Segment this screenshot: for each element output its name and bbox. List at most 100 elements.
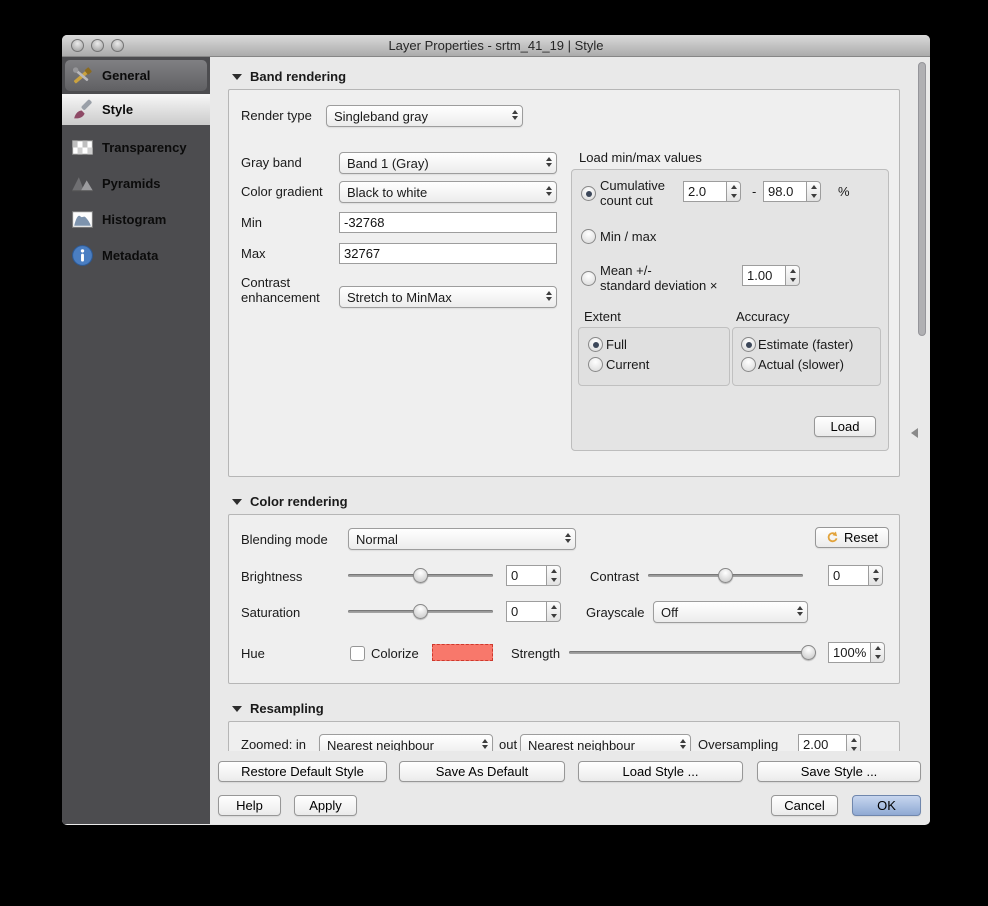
sidebar-item-metadata[interactable]: Metadata: [62, 240, 210, 271]
colorize-checkbox[interactable]: [350, 646, 365, 661]
sidebar-item-general[interactable]: General: [65, 60, 207, 91]
strength-slider[interactable]: [569, 645, 816, 660]
vertical-scrollbar[interactable]: [917, 59, 927, 747]
load-minmax-title: Load min/max values: [579, 150, 702, 165]
oversampling-label: Oversampling: [698, 737, 778, 751]
min-input[interactable]: [339, 212, 557, 233]
zoomed-in-dropdown[interactable]: Nearest neighbour: [319, 734, 493, 751]
sidebar-item-transparency[interactable]: Transparency: [62, 132, 210, 163]
contrast-slider[interactable]: [648, 568, 803, 583]
cumulative-count-cut-radio[interactable]: [581, 186, 596, 201]
contrast-value: 0: [828, 565, 868, 586]
ok-button[interactable]: OK: [852, 795, 921, 816]
sidebar-item-style[interactable]: Style: [62, 94, 210, 125]
extent-full-radio[interactable]: [588, 337, 603, 352]
color-gradient-value: Black to white: [347, 185, 427, 200]
stepper-buttons[interactable]: [868, 565, 883, 586]
extent-title: Extent: [584, 309, 621, 324]
mean-stddev-radio[interactable]: [581, 271, 596, 286]
oversampling-spinbox[interactable]: 2.00: [798, 734, 861, 751]
stepper-buttons[interactable]: [546, 601, 561, 622]
stddev-spinbox[interactable]: 1.00: [742, 265, 800, 286]
save-style-button[interactable]: Save Style ...: [757, 761, 921, 782]
contrast-enhancement-label: Contrast enhancement: [241, 275, 320, 305]
dropdown-arrows-icon: [546, 186, 552, 196]
extent-full-label: Full: [606, 337, 627, 352]
dropdown-arrows-icon: [680, 739, 686, 749]
slider-thumb[interactable]: [413, 604, 428, 619]
reset-button[interactable]: Reset: [815, 527, 889, 548]
stepper-buttons[interactable]: [870, 642, 885, 663]
color-gradient-label: Color gradient: [241, 184, 323, 199]
sidebar-item-label: Pyramids: [102, 176, 161, 191]
cumulative-max-spinbox[interactable]: 98.0: [763, 181, 821, 202]
close-window-button[interactable]: [71, 39, 84, 52]
help-button[interactable]: Help: [218, 795, 281, 816]
resampling-header[interactable]: Resampling: [232, 701, 324, 716]
extent-current-radio[interactable]: [588, 357, 603, 372]
zoom-window-button[interactable]: [111, 39, 124, 52]
slider-thumb[interactable]: [718, 568, 733, 583]
grayscale-dropdown[interactable]: Off: [653, 601, 808, 623]
stepper-buttons[interactable]: [785, 265, 800, 286]
range-separator: -: [752, 184, 756, 199]
collapse-triangle-icon[interactable]: [232, 706, 242, 712]
band-rendering-frame: Render type Singleband gray Gray band Ba…: [228, 89, 900, 477]
extent-current-label: Current: [606, 357, 649, 372]
apply-button[interactable]: Apply: [294, 795, 357, 816]
accuracy-actual-label: Actual (slower): [758, 357, 844, 372]
collapse-triangle-icon[interactable]: [232, 74, 242, 80]
histogram-icon: [70, 207, 95, 232]
saturation-spinbox[interactable]: 0: [506, 601, 561, 622]
saturation-label: Saturation: [241, 605, 300, 620]
window-titlebar[interactable]: Layer Properties - srtm_41_19 | Style: [62, 35, 930, 57]
panel-collapse-arrow-icon[interactable]: [911, 428, 918, 438]
min-max-radio[interactable]: [581, 229, 596, 244]
hue-label: Hue: [241, 646, 265, 661]
max-input[interactable]: [339, 243, 557, 264]
color-gradient-dropdown[interactable]: Black to white: [339, 181, 557, 203]
render-type-dropdown[interactable]: Singleband gray: [326, 105, 523, 127]
restore-default-style-button[interactable]: Restore Default Style: [218, 761, 387, 782]
collapse-triangle-icon[interactable]: [232, 499, 242, 505]
blending-mode-dropdown[interactable]: Normal: [348, 528, 576, 550]
traffic-lights: [71, 39, 124, 52]
sidebar-item-label: Metadata: [102, 248, 158, 263]
gray-band-label: Gray band: [241, 155, 302, 170]
band-rendering-header[interactable]: Band rendering: [232, 69, 346, 84]
contrast-spinbox[interactable]: 0: [828, 565, 883, 586]
brightness-slider[interactable]: [348, 568, 493, 583]
load-button[interactable]: Load: [814, 416, 876, 437]
saturation-slider[interactable]: [348, 604, 493, 619]
color-rendering-header[interactable]: Color rendering: [232, 494, 348, 509]
minimize-window-button[interactable]: [91, 39, 104, 52]
sidebar-item-histogram[interactable]: Histogram: [62, 204, 210, 235]
stepper-buttons[interactable]: [546, 565, 561, 586]
sidebar-item-label: Transparency: [102, 140, 187, 155]
sidebar-item-pyramids[interactable]: Pyramids: [62, 168, 210, 199]
colorize-color-swatch[interactable]: [432, 644, 493, 661]
properties-sidebar: General Style Transparency Pyramids Hist…: [62, 57, 210, 824]
brightness-label: Brightness: [241, 569, 302, 584]
scrollbar-thumb[interactable]: [918, 62, 926, 336]
stepper-buttons[interactable]: [846, 734, 861, 751]
gray-band-dropdown[interactable]: Band 1 (Gray): [339, 152, 557, 174]
slider-thumb[interactable]: [413, 568, 428, 583]
accuracy-actual-radio[interactable]: [741, 357, 756, 372]
stepper-buttons[interactable]: [806, 181, 821, 202]
save-as-default-button[interactable]: Save As Default: [399, 761, 565, 782]
cancel-button[interactable]: Cancel: [771, 795, 838, 816]
zoomed-out-dropdown[interactable]: Nearest neighbour: [520, 734, 691, 751]
slider-track: [569, 651, 816, 654]
stepper-buttons[interactable]: [726, 181, 741, 202]
load-style-button[interactable]: Load Style ...: [578, 761, 743, 782]
slider-thumb[interactable]: [801, 645, 816, 660]
brightness-spinbox[interactable]: 0: [506, 565, 561, 586]
contrast-enhancement-dropdown[interactable]: Stretch to MinMax: [339, 286, 557, 308]
strength-spinbox[interactable]: 100%: [828, 642, 885, 663]
cumulative-min-spinbox[interactable]: 2.0: [683, 181, 741, 202]
cumulative-max-value: 98.0: [763, 181, 806, 202]
percent-label: %: [838, 184, 850, 199]
stddev-value: 1.00: [742, 265, 785, 286]
accuracy-estimate-radio[interactable]: [741, 337, 756, 352]
